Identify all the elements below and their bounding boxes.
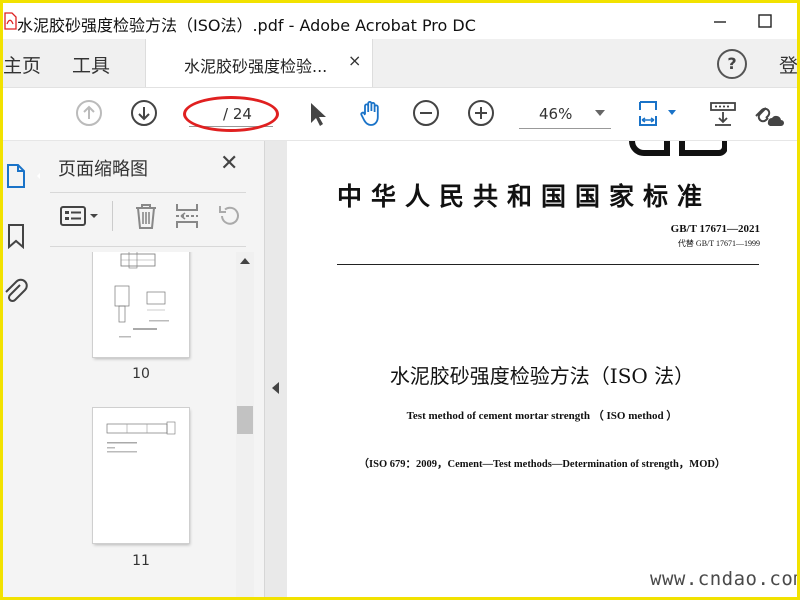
acrobat-app-icon bbox=[4, 12, 17, 30]
document-view[interactable]: 中华人民共和国国家标准 GB/T 17671—2021 代替 GB/T 1767… bbox=[287, 141, 797, 597]
delete-page-icon[interactable] bbox=[131, 201, 161, 231]
thumbnail-page-number: 11 bbox=[132, 553, 150, 569]
collapse-arrow-icon[interactable] bbox=[272, 382, 279, 394]
window-title: 水泥胶砂强度检验方法（ISO法）.pdf - Adobe Acrobat Pro… bbox=[17, 16, 476, 35]
iso-reference: （ISO 679：2009，Cement—Test methods—Determ… bbox=[358, 459, 726, 470]
national-standard-heading: 中华人民共和国国家标准 bbox=[337, 182, 712, 211]
hand-tool-icon[interactable] bbox=[356, 98, 386, 128]
sign-in-button[interactable]: 登 bbox=[779, 51, 798, 78]
attachments-icon[interactable] bbox=[3, 277, 29, 307]
next-page-icon[interactable] bbox=[129, 98, 159, 128]
red-highlight-ellipse bbox=[183, 96, 279, 132]
previous-page-icon[interactable] bbox=[74, 98, 104, 128]
document-title-english: Test method of cement mortar strength （ … bbox=[406, 410, 678, 422]
page-thumbnail[interactable] bbox=[93, 408, 189, 543]
chevron-down-icon bbox=[595, 110, 605, 116]
panel-collapse-bar[interactable] bbox=[264, 141, 288, 597]
select-pointer-icon[interactable] bbox=[302, 98, 332, 128]
thumbnail-scrollbar[interactable] bbox=[236, 252, 254, 597]
zoom-out-icon[interactable] bbox=[411, 98, 441, 128]
tab-tools[interactable]: 工具 bbox=[72, 51, 110, 78]
toolbar-divider bbox=[112, 201, 113, 231]
page-thumbnail[interactable] bbox=[93, 252, 189, 357]
scroll-mode-icon[interactable] bbox=[707, 98, 739, 128]
close-tab-icon[interactable]: × bbox=[348, 51, 361, 70]
scroll-up-icon[interactable] bbox=[240, 258, 250, 264]
zoom-in-icon[interactable] bbox=[466, 98, 496, 128]
tab-home[interactable]: 主页 bbox=[3, 51, 41, 78]
tab-document[interactable]: 水泥胶砂强度检验... × bbox=[145, 39, 373, 87]
thumbnail-list: 10 11 bbox=[40, 252, 236, 597]
thumbnail-page-number: 10 bbox=[132, 366, 150, 382]
scrollbar-thumb[interactable] bbox=[237, 406, 253, 434]
insert-page-icon[interactable] bbox=[172, 201, 202, 231]
panel-title: 页面缩略图 bbox=[58, 159, 148, 180]
toolbar: / 24 46% bbox=[3, 88, 797, 141]
title-bar: 水泥胶砂强度检验方法（ISO法）.pdf - Adobe Acrobat Pro… bbox=[3, 3, 797, 39]
replaces-standard: 代替 GB/T 17671—1999 bbox=[677, 239, 760, 248]
close-panel-icon[interactable]: ✕ bbox=[220, 151, 238, 176]
share-link-icon[interactable] bbox=[748, 98, 784, 128]
page-number-box[interactable]: / 24 bbox=[183, 96, 279, 132]
bookmarks-icon[interactable] bbox=[5, 223, 27, 249]
document-title-chinese: 水泥胶砂强度检验方法（ISO 法） bbox=[389, 364, 695, 388]
standard-number: GB/T 17671—2021 bbox=[670, 223, 760, 235]
page-10-preview bbox=[114, 252, 169, 338]
document-tab-label: 水泥胶砂强度检验... bbox=[184, 57, 328, 76]
help-icon[interactable]: ? bbox=[717, 49, 747, 79]
page-display-icon[interactable] bbox=[635, 98, 681, 128]
rotate-page-icon[interactable] bbox=[214, 201, 244, 231]
minimize-icon[interactable] bbox=[708, 9, 732, 33]
header-rule bbox=[337, 264, 759, 265]
maximize-icon[interactable] bbox=[753, 9, 777, 33]
page-thumbnails-icon[interactable] bbox=[5, 163, 27, 189]
navigation-rail bbox=[3, 141, 45, 597]
tab-bar: 主页 工具 水泥胶砂强度检验... × ? 登 bbox=[3, 39, 798, 88]
zoom-value: 46% bbox=[539, 105, 573, 123]
thumbnail-options-icon[interactable] bbox=[58, 201, 102, 231]
page-11-preview bbox=[106, 421, 176, 453]
zoom-dropdown[interactable]: 46% bbox=[519, 100, 611, 129]
gb-logo bbox=[629, 141, 727, 156]
site-watermark: www.cndao.com bbox=[650, 568, 797, 590]
panel-divider bbox=[50, 192, 246, 193]
thumbnails-panel: 页面缩略图 ✕ 10 11 bbox=[40, 141, 264, 597]
panel-divider-2 bbox=[50, 246, 246, 247]
